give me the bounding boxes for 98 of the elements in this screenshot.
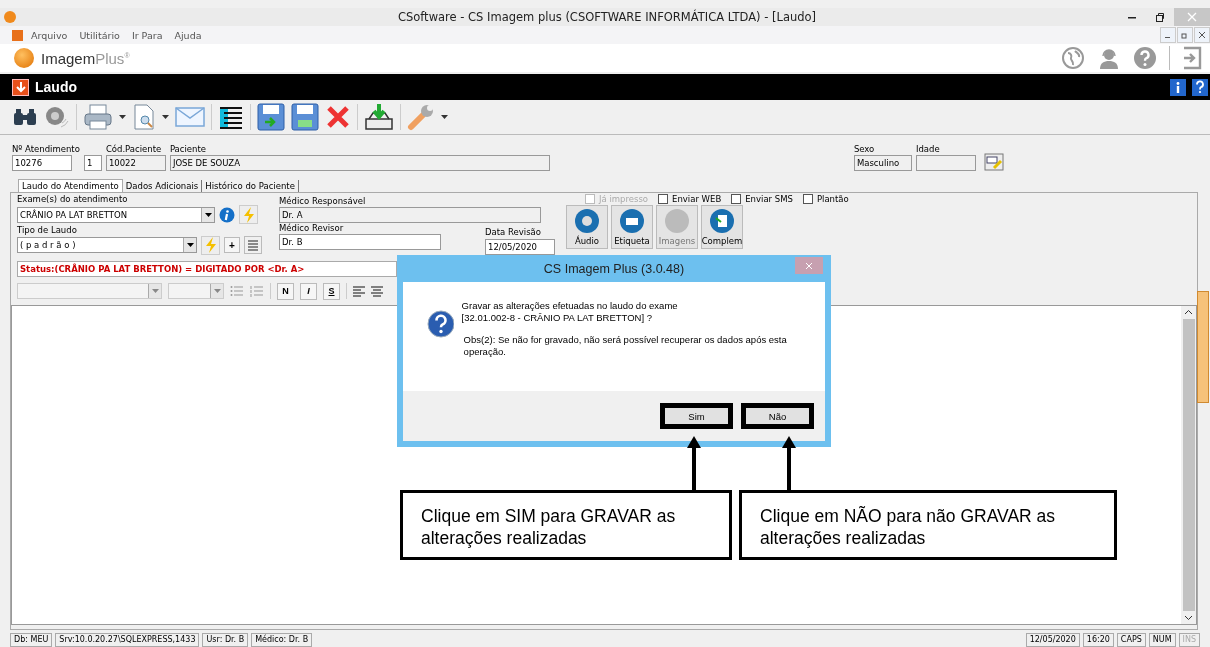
module-title: Laudo bbox=[35, 79, 77, 95]
app-logo-icon bbox=[14, 48, 34, 68]
down-arrow-icon bbox=[12, 78, 29, 96]
exam-dropdown[interactable]: CRÂNIO PA LAT BRETTON bbox=[17, 206, 215, 223]
document-preview-icon[interactable] bbox=[132, 103, 156, 131]
status-bar-item: Db: MEU bbox=[10, 632, 53, 647]
input-field[interactable]: Masculino bbox=[853, 155, 912, 171]
field-label: Exame(s) do atendimento bbox=[17, 194, 129, 205]
menu-item[interactable]: Ir Para bbox=[131, 29, 163, 41]
dialog-message: [32.01.002-8 - CRÂNIO PA LAT BRETTON] ? bbox=[461, 312, 654, 324]
size-dropdown[interactable] bbox=[168, 283, 224, 299]
caret-icon[interactable] bbox=[441, 114, 448, 120]
text-lines-icon[interactable] bbox=[218, 104, 244, 130]
help-icon[interactable] bbox=[1192, 78, 1208, 96]
caret-icon[interactable] bbox=[119, 114, 126, 120]
field-label: Médico Responsável bbox=[279, 196, 367, 207]
align-left-icon[interactable] bbox=[353, 285, 365, 297]
action-button[interactable]: Complem bbox=[701, 205, 743, 249]
action-button[interactable]: Áudio bbox=[566, 205, 608, 249]
status-bar-item: Srv:10.0.20.27\SQLEXPRESS,1433 bbox=[55, 632, 200, 647]
field-label: Paciente bbox=[169, 144, 208, 155]
menu-item[interactable]: Arquivo bbox=[31, 29, 68, 41]
status-bar-item: Usr: Dr. B bbox=[202, 632, 249, 647]
delete-icon[interactable] bbox=[325, 104, 351, 130]
question-icon bbox=[427, 310, 454, 338]
input-field[interactable]: 1 bbox=[83, 155, 102, 171]
field-label: Idade bbox=[915, 144, 941, 155]
list-icon[interactable] bbox=[244, 236, 262, 255]
wrench-icon[interactable] bbox=[407, 103, 435, 131]
format-button[interactable]: S bbox=[323, 282, 340, 300]
dialog-note: Obs(2): Se não for gravado, não será possível recuperar os dados após esta operação. bbox=[462, 334, 788, 358]
report-type-dropdown[interactable]: ( p a d r ã o ) bbox=[17, 237, 197, 254]
status-text: Status:(CRÂNIO PA LAT BRETTON) = DIGITADO POR <Dr. A> bbox=[17, 261, 397, 277]
support-agent-icon[interactable] bbox=[1097, 46, 1121, 70]
app-logo-icon bbox=[4, 11, 16, 23]
format-button[interactable]: I bbox=[300, 282, 317, 300]
input-field[interactable] bbox=[915, 155, 976, 171]
save-icon[interactable] bbox=[291, 103, 319, 131]
dialog-button[interactable]: Sim bbox=[661, 404, 732, 428]
field-label: Data Revisão bbox=[485, 227, 542, 238]
field-label: Nº Atendimento bbox=[12, 144, 80, 155]
checkbox[interactable]: Enviar SMS bbox=[731, 194, 793, 204]
scroll-up-icon[interactable] bbox=[1184, 309, 1193, 315]
dialog-message: Gravar as alterações efetuadas no laudo do exame bbox=[461, 300, 679, 312]
menu-item[interactable]: Utilitário bbox=[79, 29, 120, 41]
document-icon bbox=[710, 209, 734, 233]
format-button[interactable]: N bbox=[277, 282, 294, 300]
callout-note: Clique em SIM para GRAVAR as alterações realizadas bbox=[400, 490, 732, 560]
field-label: Tipo de Laudo bbox=[17, 224, 78, 236]
download-tray-icon[interactable] bbox=[364, 103, 394, 131]
exit-icon[interactable] bbox=[1182, 46, 1202, 70]
status-bar-item: INS bbox=[1178, 632, 1200, 647]
status-bar-item: Médico: Dr. B bbox=[251, 632, 313, 647]
status-bar-item: 12/05/2020 bbox=[1025, 632, 1080, 647]
window-title: CSoftware - CS Imagem plus (CSOFTWARE INFORMÁTICA LTDA) - [Laudo] bbox=[396, 10, 818, 24]
speaker-icon[interactable] bbox=[44, 104, 70, 130]
printer-icon bbox=[620, 209, 644, 233]
field-label: Médico Revisor bbox=[279, 223, 345, 234]
bullet-list-icon[interactable] bbox=[230, 285, 244, 297]
menu-item[interactable]: Ajuda bbox=[174, 29, 202, 41]
input-field[interactable]: JOSE DE SOUZA bbox=[169, 155, 550, 171]
add-button[interactable]: + bbox=[224, 237, 240, 254]
input-field[interactable]: 10022 bbox=[105, 155, 166, 171]
field-label: Cód.Paciente bbox=[105, 144, 163, 155]
input-field[interactable]: Dr. A bbox=[279, 207, 541, 223]
document-icon bbox=[12, 29, 23, 41]
speaker-icon bbox=[575, 209, 599, 233]
close-icon[interactable] bbox=[1194, 27, 1210, 43]
scroll-down-icon[interactable] bbox=[1184, 615, 1193, 621]
status-bar-item: NUM bbox=[1148, 632, 1176, 647]
save-icon[interactable] bbox=[257, 103, 285, 131]
caret-icon[interactable] bbox=[186, 243, 194, 248]
info-icon[interactable] bbox=[1170, 78, 1186, 96]
checkbox[interactable]: Enviar WEB bbox=[658, 194, 722, 204]
field-label: Sexo bbox=[853, 144, 876, 155]
printer-icon[interactable] bbox=[83, 103, 113, 131]
align-center-icon[interactable] bbox=[371, 285, 383, 297]
disabled-circle-icon bbox=[665, 209, 689, 233]
edit-form-icon[interactable] bbox=[983, 153, 1004, 171]
action-button[interactable]: Etiqueta bbox=[611, 205, 653, 249]
checkbox[interactable]: Plantão bbox=[802, 194, 849, 204]
globe-icon[interactable] bbox=[1061, 46, 1085, 70]
arrow bbox=[687, 436, 701, 491]
scrollbar-thumb[interactable] bbox=[1182, 319, 1195, 611]
date-field[interactable]: 12/05/2020 bbox=[485, 239, 555, 255]
brand-name: ImagemPlus$^{®}$ bbox=[41, 49, 130, 67]
input-field[interactable]: 10276 bbox=[12, 155, 72, 171]
reviewer-dropdown[interactable]: Dr. B bbox=[279, 234, 441, 250]
caret-icon[interactable] bbox=[162, 114, 169, 120]
status-bar-item: 16:20 bbox=[1082, 632, 1114, 647]
caret-icon[interactable] bbox=[204, 212, 212, 217]
dialog-title: CS Imagem Plus (3.0.48) bbox=[543, 261, 685, 276]
envelope-icon[interactable] bbox=[175, 106, 205, 128]
tab[interactable]: Laudo do Atendimento bbox=[18, 179, 123, 192]
arrow bbox=[782, 436, 796, 491]
status-bar-item: CAPS bbox=[1116, 632, 1146, 647]
callout-note: Clique em NÃO para não GRAVAR as alterações realizadas bbox=[739, 490, 1117, 560]
dialog-button[interactable]: Não bbox=[742, 404, 813, 428]
